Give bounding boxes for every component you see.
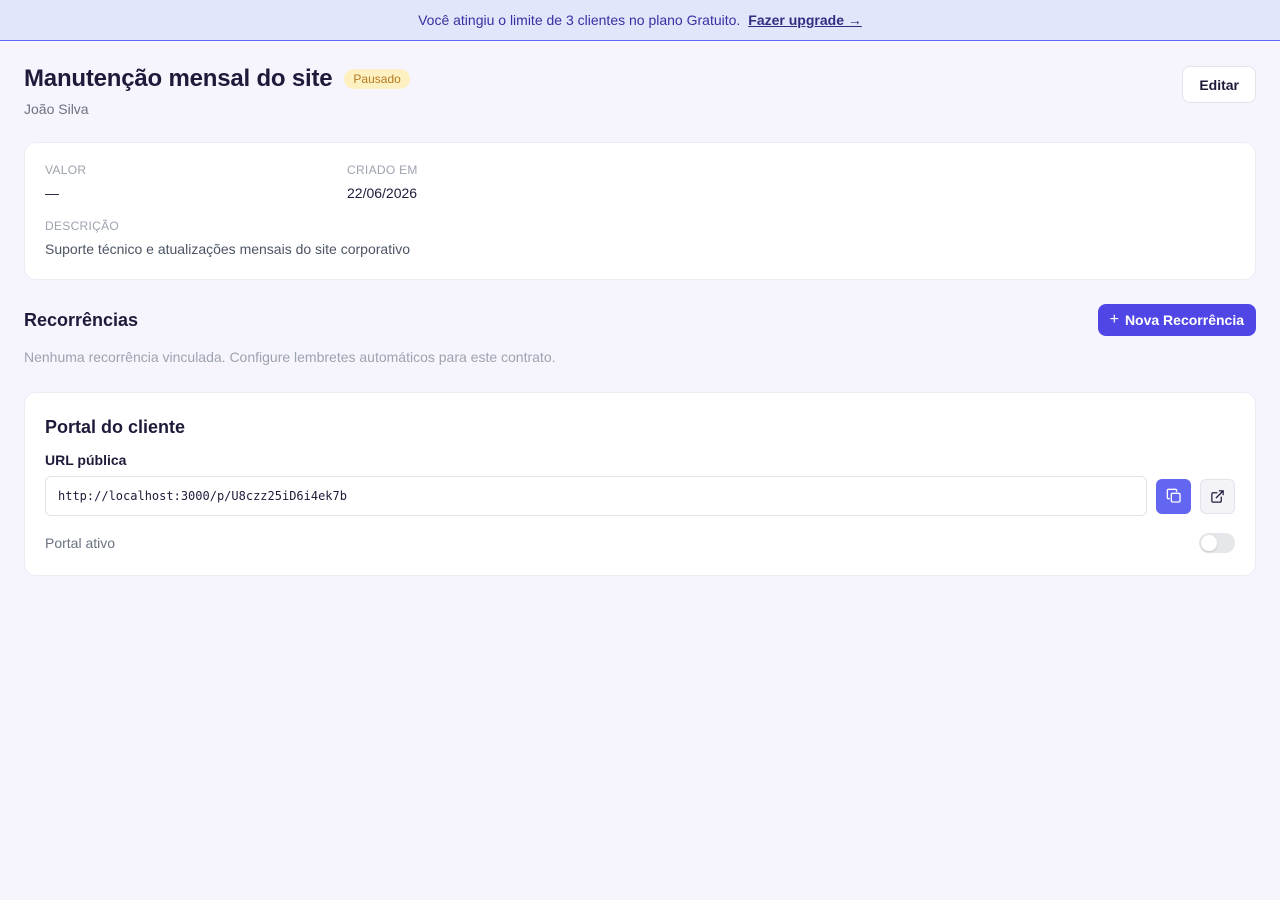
client-name: João Silva — [24, 101, 89, 117]
created-label: CRIADO EM — [347, 163, 418, 177]
banner-message: Você atingiu o limite de 3 clientes no p… — [418, 12, 741, 28]
recurrences-header: Recorrências + Nova Recorrência — [24, 304, 1256, 336]
description-label: DESCRIÇÃO — [45, 219, 120, 233]
portal-title: Portal do cliente — [45, 417, 186, 437]
details-card: VALOR — CRIADO EM 22/06/2026 DESCRIÇÃO S… — [24, 142, 1256, 280]
new-recurrence-button[interactable]: + Nova Recorrência — [1097, 304, 1256, 336]
page-header: Manutenção mensal do site Pausado João S… — [24, 41, 1256, 117]
portal-card: Portal do cliente URL pública Portal ati… — [24, 392, 1256, 576]
edit-button[interactable]: Editar — [1182, 66, 1256, 103]
copy-icon — [1166, 488, 1181, 503]
value-amount: — — [45, 185, 59, 201]
upgrade-link[interactable]: Fazer upgrade → — [748, 12, 862, 28]
toggle-knob — [1201, 535, 1217, 551]
public-url-field[interactable] — [45, 476, 1147, 516]
upgrade-banner: Você atingiu o limite de 3 clientes no p… — [0, 0, 1280, 41]
value-label: VALOR — [45, 163, 87, 177]
new-recurrence-label: Nova Recorrência — [1124, 312, 1244, 328]
created-date: 22/06/2026 — [347, 185, 418, 201]
main-content: Manutenção mensal do site Pausado João S… — [0, 41, 1280, 576]
recurrences-empty-text: Nenhuma recorrência vinculada. Configure… — [24, 349, 556, 365]
portal-active-label: Portal ativo — [45, 535, 116, 551]
status-badge: Pausado — [344, 69, 410, 89]
portal-active-toggle[interactable] — [1199, 533, 1235, 553]
recurrences-title: Recorrências — [24, 309, 139, 330]
plus-icon: + — [1109, 311, 1119, 328]
external-link-icon — [1211, 489, 1224, 503]
open-portal-button[interactable] — [1200, 478, 1235, 514]
page-title: Manutenção mensal do site — [24, 65, 333, 92]
url-label: URL pública — [45, 452, 127, 468]
copy-url-button[interactable] — [1156, 478, 1191, 514]
description-text: Suporte técnico e atualizações mensais d… — [45, 241, 410, 257]
